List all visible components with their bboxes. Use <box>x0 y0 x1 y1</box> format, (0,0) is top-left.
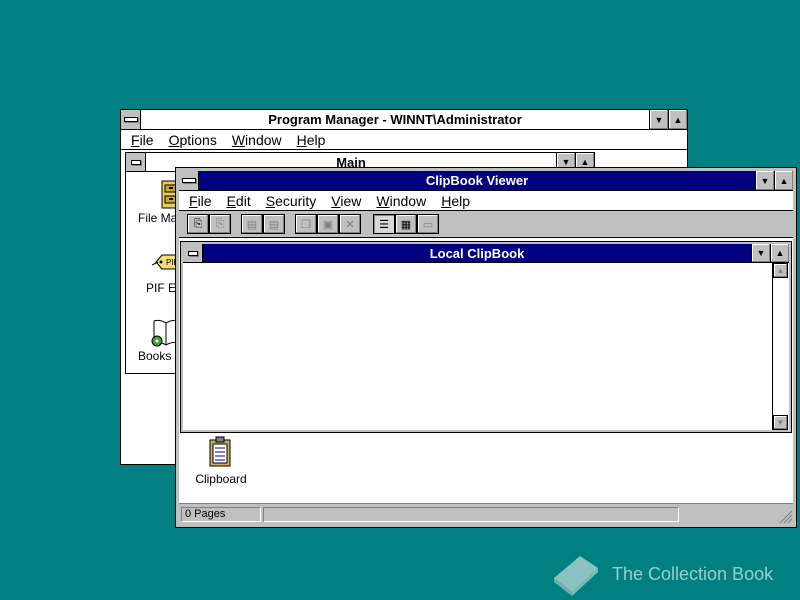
clipbook-system-menu-button[interactable] <box>179 171 199 190</box>
clipbook-menubar: File Edit Security View Window Help <box>179 191 793 211</box>
status-message-panel <box>263 507 679 522</box>
paste-button[interactable]: ▣ <box>317 214 339 234</box>
program-manager-maximize-button[interactable]: ▲ <box>668 110 687 129</box>
connect-icon: ⎘ <box>193 217 203 230</box>
local-clipbook-system-menu-button[interactable] <box>183 244 203 262</box>
share-button[interactable]: ▤ <box>241 214 263 234</box>
local-clipbook-title: Local ClipBook <box>429 245 525 261</box>
table-of-contents-button[interactable]: ☰ <box>373 214 395 234</box>
stop-sharing-button[interactable]: ▤ <box>263 214 285 234</box>
thumbnails-icon: ▦ <box>400 218 412 231</box>
cb-menu-help[interactable]: Help <box>441 193 470 209</box>
paste-icon: ▣ <box>322 218 334 231</box>
size-grip-icon <box>779 510 793 524</box>
clipbook-client-area: Local ClipBook ▼ ▲ ▲ ▼ Clipboard <box>179 238 793 503</box>
clipboard-minimized-window[interactable]: Clipboard <box>191 436 251 486</box>
table-of-contents-icon: ☰ <box>379 218 389 231</box>
disconnect-icon: ⎘ <box>215 217 225 230</box>
watermark-text: The Collection Book <box>612 563 774 584</box>
program-manager-system-menu-button[interactable] <box>121 110 141 129</box>
main-group-system-menu-button[interactable] <box>126 153 146 171</box>
pm-menu-options[interactable]: Options <box>169 132 217 148</box>
clipbook-title: ClipBook Viewer <box>425 173 529 188</box>
share-icon: ▤ <box>246 218 258 231</box>
clipboard-icon <box>209 436 231 467</box>
clipboard-label: Clipboard <box>195 472 247 486</box>
local-clipbook-vertical-scrollbar[interactable]: ▲ ▼ <box>772 263 789 430</box>
delete-button[interactable]: ✕ <box>339 214 361 234</box>
connect-button[interactable]: ⎘ <box>187 214 209 234</box>
clipbook-titlebar[interactable]: ClipBook Viewer ▼ ▲ <box>179 171 793 191</box>
local-clipbook-titlebar[interactable]: Local ClipBook ▼ ▲ <box>183 244 789 263</box>
size-grip[interactable] <box>777 508 793 524</box>
scroll-down-arrow[interactable]: ▼ <box>773 415 788 430</box>
book-icon <box>554 556 598 596</box>
clipbook-maximize-button[interactable]: ▲ <box>774 171 793 190</box>
cb-menu-view[interactable]: View <box>331 193 361 209</box>
cb-menu-security[interactable]: Security <box>266 193 317 209</box>
clipbook-viewer-window[interactable]: ClipBook Viewer ▼ ▲ File Edit Security V… <box>175 167 797 528</box>
local-clipbook-minimize-button[interactable]: ▼ <box>751 244 770 262</box>
program-manager-title: Program Manager - WINNT\Administrator <box>268 112 522 127</box>
clipbook-minimize-button[interactable]: ▼ <box>755 171 774 190</box>
delete-icon: ✕ <box>345 218 355 231</box>
full-page-button[interactable]: ▭ <box>417 214 439 234</box>
disconnect-button[interactable]: ⎘ <box>209 214 231 234</box>
clipbook-statusbar: 0 Pages <box>179 503 793 524</box>
watermark: The Collection Book <box>548 550 773 598</box>
local-clipbook-window[interactable]: Local ClipBook ▼ ▲ ▲ ▼ <box>180 241 792 433</box>
program-manager-minimize-button[interactable]: ▼ <box>649 110 668 129</box>
stop-sharing-icon: ▤ <box>268 218 280 231</box>
cb-menu-file[interactable]: File <box>189 193 212 209</box>
full-page-icon: ▭ <box>422 218 434 231</box>
scroll-up-arrow[interactable]: ▲ <box>773 263 788 278</box>
pm-menu-file[interactable]: File <box>131 132 154 148</box>
clipbook-toolbar: ⎘ ⎘ ▤ ▤ ❐ ▣ ✕ ☰ ▦ ▭ <box>179 211 793 238</box>
pm-menu-help[interactable]: Help <box>297 132 326 148</box>
program-manager-menubar: File Options Window Help <box>121 130 687 150</box>
program-manager-titlebar[interactable]: Program Manager - WINNT\Administrator ▼ … <box>121 110 687 130</box>
status-pages: 0 Pages <box>181 507 261 522</box>
thumbnails-button[interactable]: ▦ <box>395 214 417 234</box>
copy-button[interactable]: ❐ <box>295 214 317 234</box>
local-clipbook-maximize-button[interactable]: ▲ <box>770 244 789 262</box>
cb-menu-edit[interactable]: Edit <box>227 193 251 209</box>
local-clipbook-list[interactable] <box>183 263 772 430</box>
copy-icon: ❐ <box>301 218 311 231</box>
pm-menu-window[interactable]: Window <box>232 132 282 148</box>
cb-menu-window[interactable]: Window <box>376 193 426 209</box>
